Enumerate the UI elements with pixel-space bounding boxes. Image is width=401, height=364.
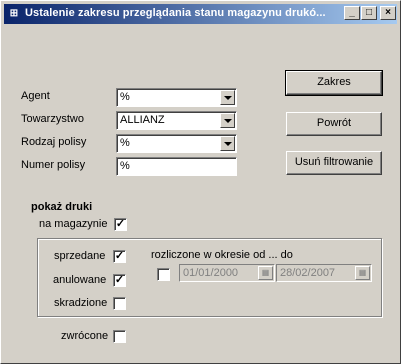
numer-polisy-value: % (120, 160, 130, 172)
towarzystwo-dropdown-arrow-icon[interactable] (220, 113, 235, 128)
anulowane-checkbox[interactable]: ✓ (113, 274, 126, 287)
okres-checkbox[interactable] (157, 268, 170, 281)
rodzaj-polisy-value: % (120, 137, 130, 149)
towarzystwo-value: ALLIANZ (120, 114, 165, 126)
sprzedane-label: sprzedane (54, 250, 106, 262)
app-icon: ⊞ (9, 8, 19, 19)
rodzaj-polisy-label: Rodzaj polisy (21, 136, 87, 148)
usun-filtrowanie-button[interactable]: Usuń filtrowanie (286, 151, 382, 175)
zakres-button[interactable]: Zakres (285, 70, 383, 96)
title-bar[interactable]: ⊞ Ustalenie zakresu przeglądania stanu m… (4, 4, 397, 24)
agent-value: % (120, 91, 130, 103)
minimize-button[interactable]: _ (344, 6, 360, 20)
dialog-window: ⊞ Ustalenie zakresu przeglądania stanu m… (0, 0, 401, 364)
okres-label: rozliczone w okresie od ... do (151, 249, 293, 261)
numer-polisy-label: Numer polisy (21, 159, 86, 171)
date-from-field: 01/01/2000 ▦ (179, 264, 275, 282)
date-to-value: 28/02/2007 (280, 267, 336, 279)
date-from-value: 01/01/2000 (183, 267, 239, 279)
status-group: sprzedane ✓ anulowane ✓ skradzione rozli… (37, 238, 382, 317)
na-magazynie-label: na magazynie (39, 218, 108, 230)
skradzione-label: skradzione (54, 297, 108, 309)
anulowane-label: anulowane (53, 274, 107, 286)
na-magazynie-checkbox[interactable]: ✓ (114, 218, 127, 231)
towarzystwo-combo[interactable]: ALLIANZ (116, 111, 237, 130)
sprzedane-checkbox[interactable]: ✓ (113, 250, 126, 263)
numer-polisy-input[interactable]: % (116, 157, 237, 176)
calendar-icon: ▦ (355, 266, 370, 280)
rodzaj-polisy-combo[interactable]: % (116, 134, 237, 153)
calendar-icon: ▦ (258, 266, 273, 280)
skradzione-checkbox[interactable] (113, 297, 126, 310)
date-to-field: 28/02/2007 ▦ (276, 264, 372, 282)
window-title: Ustalenie zakresu przeglądania stanu mag… (25, 7, 326, 19)
rodzaj-polisy-dropdown-arrow-icon[interactable] (220, 136, 235, 151)
maximize-button[interactable]: □ (361, 6, 377, 20)
powrot-button[interactable]: Powrót (286, 112, 382, 136)
towarzystwo-label: Towarzystwo (21, 113, 84, 125)
zwrocone-label: zwrócone (61, 330, 109, 342)
agent-label: Agent (21, 90, 50, 102)
agent-combo[interactable]: % (116, 88, 237, 107)
agent-dropdown-arrow-icon[interactable] (220, 90, 235, 105)
zwrocone-checkbox[interactable] (113, 330, 126, 343)
close-button[interactable]: × (380, 6, 396, 20)
pokaz-druki-heading: pokaż druki (31, 201, 93, 213)
